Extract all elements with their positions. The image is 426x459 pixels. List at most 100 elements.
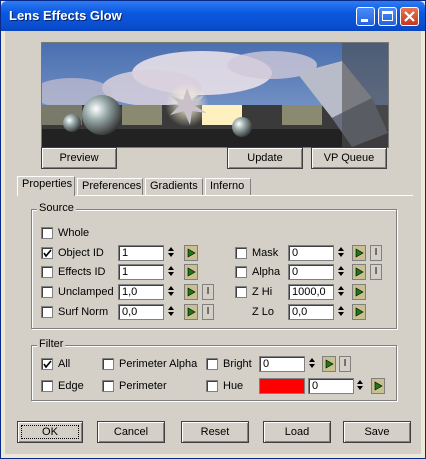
maximize-button[interactable]	[378, 7, 397, 26]
bright-label: Bright	[223, 358, 252, 370]
filter-group: Filter All Edge Perimeter Alpha Perimete…	[31, 338, 397, 401]
bright-play-button[interactable]	[322, 356, 336, 372]
alpha-label: Alpha	[252, 266, 281, 278]
mask-spinner[interactable]: 0	[288, 245, 334, 261]
tab-divider	[17, 195, 413, 196]
play-icon	[187, 287, 196, 297]
bright-checkbox[interactable]	[206, 358, 218, 370]
edge-label: Edge	[58, 380, 84, 392]
load-button[interactable]: Load	[263, 421, 331, 443]
z-lo-play-button[interactable]	[352, 304, 366, 320]
surf-norm-spinner[interactable]: 0,0	[118, 304, 164, 320]
z-hi-play-button[interactable]	[352, 284, 366, 300]
z-lo-spinner-arrows[interactable]	[336, 304, 346, 320]
mask-spinner-arrows[interactable]	[336, 245, 346, 261]
unclamped-label: Unclamped	[58, 286, 114, 298]
source-group: Source Whole Object ID 1 Effects ID 1 Un…	[31, 202, 397, 329]
preview-image	[41, 42, 389, 148]
z-lo-label: Z Lo	[252, 306, 275, 318]
window-title: Lens Effects Glow	[9, 8, 122, 23]
whole-checkbox[interactable]	[41, 227, 53, 239]
mask-play-button[interactable]	[352, 245, 366, 261]
z-hi-spinner[interactable]: 1000,0	[288, 284, 334, 300]
all-checkbox[interactable]	[41, 358, 53, 370]
perimeter-checkbox[interactable]	[102, 380, 114, 392]
unclamped-spinner-arrows[interactable]	[166, 284, 176, 300]
title-bar[interactable]: Lens Effects Glow	[1, 1, 425, 31]
unclamped-checkbox[interactable]	[41, 286, 53, 298]
object-id-label: Object ID	[58, 247, 104, 259]
surf-norm-checkbox[interactable]	[41, 306, 53, 318]
play-icon	[355, 267, 364, 277]
whole-label: Whole	[58, 227, 90, 239]
hue-play-button[interactable]	[371, 378, 385, 394]
hue-checkbox[interactable]	[206, 380, 218, 392]
preview-render	[42, 43, 388, 147]
cancel-button[interactable]: Cancel	[97, 421, 165, 443]
surf-norm-spinner-arrows[interactable]	[166, 304, 176, 320]
hue-spinner[interactable]: 0	[308, 378, 354, 394]
object-id-play-button[interactable]	[184, 245, 198, 261]
alpha-checkbox[interactable]	[235, 266, 247, 278]
object-id-spinner[interactable]: 1	[118, 245, 164, 261]
z-hi-spinner-arrows[interactable]	[336, 284, 346, 300]
perimeter-alpha-checkbox[interactable]	[102, 358, 114, 370]
play-icon	[187, 267, 196, 277]
surf-norm-play-button[interactable]	[184, 304, 198, 320]
update-button[interactable]: Update	[227, 147, 303, 169]
object-id-spinner-arrows[interactable]	[166, 245, 176, 261]
ok-button[interactable]: OK	[17, 421, 83, 443]
hue-spinner-arrows[interactable]	[355, 378, 365, 394]
filter-group-label: Filter	[37, 338, 66, 350]
alpha-spinner-arrows[interactable]	[336, 264, 346, 280]
effects-id-play-button[interactable]	[184, 264, 198, 280]
play-icon	[374, 381, 383, 391]
close-button[interactable]	[400, 7, 419, 26]
alpha-play-button[interactable]	[352, 264, 366, 280]
mask-i-button[interactable]: I	[370, 245, 382, 261]
play-icon	[187, 307, 196, 317]
tab-preferences[interactable]: Preferences	[77, 178, 143, 195]
minimize-icon	[361, 19, 368, 22]
unclamped-spinner[interactable]: 1,0	[118, 284, 164, 300]
alpha-spinner[interactable]: 0	[288, 264, 334, 280]
save-button[interactable]: Save	[343, 421, 411, 443]
unclamped-play-button[interactable]	[184, 284, 198, 300]
unclamped-i-button[interactable]: I	[202, 284, 214, 300]
tab-properties[interactable]: Properties	[17, 176, 75, 196]
all-label: All	[58, 358, 71, 370]
mask-checkbox[interactable]	[235, 247, 247, 259]
effects-id-spinner-arrows[interactable]	[166, 264, 176, 280]
preview-button[interactable]: Preview	[41, 147, 117, 169]
hue-color-swatch[interactable]	[259, 378, 305, 394]
z-hi-label: Z Hi	[252, 286, 273, 298]
z-lo-spinner[interactable]: 0,0	[288, 304, 334, 320]
play-icon	[355, 287, 364, 297]
dialog-client: Preview Update VP Queue Properties Prefe…	[5, 31, 421, 454]
mask-label: Mask	[252, 247, 279, 259]
surf-norm-label: Surf Norm	[58, 306, 109, 318]
vp-queue-button[interactable]: VP Queue	[311, 147, 387, 169]
bright-spinner[interactable]: 0	[259, 356, 305, 372]
edge-checkbox[interactable]	[41, 380, 53, 392]
reset-button[interactable]: Reset	[181, 421, 249, 443]
object-id-checkbox[interactable]	[41, 247, 53, 259]
tab-gradients[interactable]: Gradients	[145, 178, 203, 195]
minimize-button[interactable]	[356, 7, 375, 26]
maximize-icon	[382, 11, 393, 21]
effects-id-spinner[interactable]: 1	[118, 264, 164, 280]
bright-spinner-arrows[interactable]	[307, 356, 317, 372]
effects-id-label: Effects ID	[58, 266, 106, 278]
tab-inferno[interactable]: Inferno	[205, 178, 251, 195]
play-icon	[325, 359, 334, 369]
close-icon	[404, 11, 415, 22]
checkmark-icon	[43, 249, 52, 258]
z-hi-checkbox[interactable]	[235, 286, 247, 298]
dialog-window: Lens Effects Glow Preview Update VP Queu…	[0, 0, 426, 459]
effects-id-checkbox[interactable]	[41, 266, 53, 278]
surf-norm-i-button[interactable]: I	[202, 304, 214, 320]
bright-i-button[interactable]: I	[339, 356, 351, 372]
alpha-i-button[interactable]: I	[370, 264, 382, 280]
play-icon	[355, 248, 364, 258]
checkmark-icon	[43, 360, 52, 369]
